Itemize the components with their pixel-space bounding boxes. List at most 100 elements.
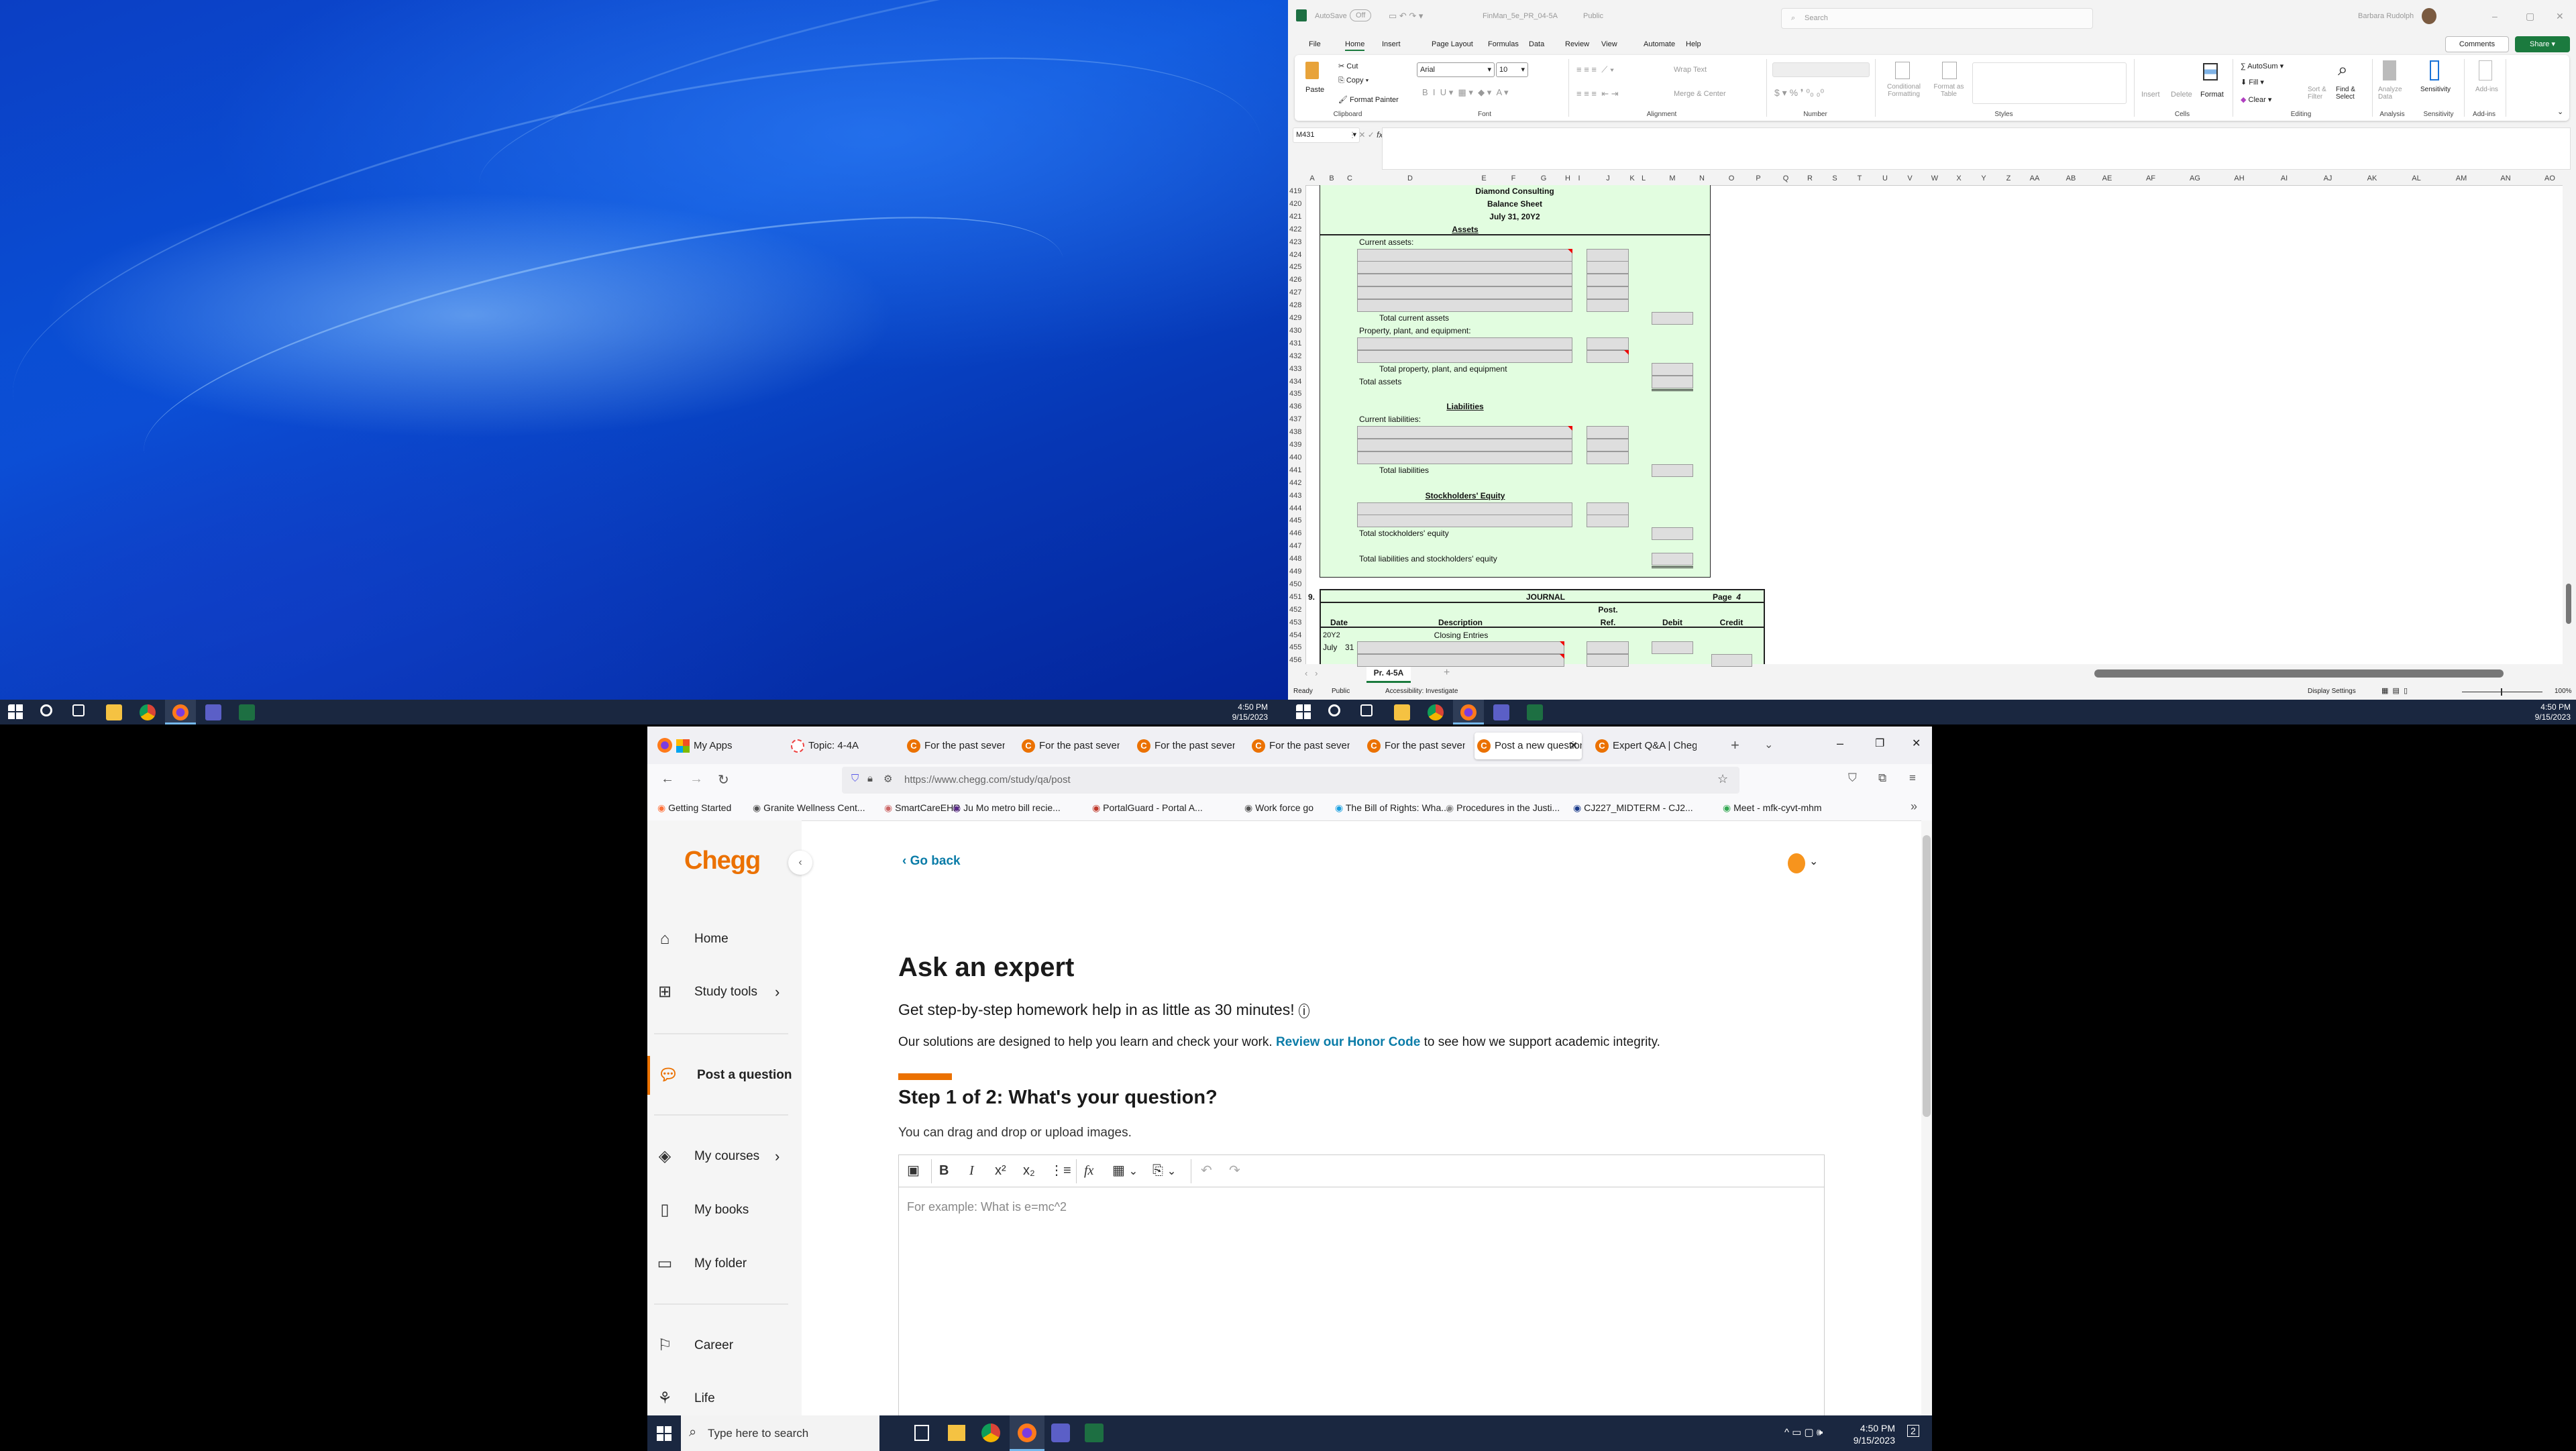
sidebar-item-my-courses[interactable]: ◈ My courses › — [647, 1143, 802, 1170]
comment-indicator-icon[interactable] — [1560, 654, 1564, 659]
code-snippet-icon[interactable]: ⎘ ⌄ — [1152, 1161, 1177, 1181]
input-cell[interactable] — [1357, 337, 1572, 350]
redo-icon[interactable]: ↷ — [1229, 1161, 1240, 1181]
row-header-439[interactable]: 439 — [1289, 441, 1305, 449]
firefox-icon[interactable] — [172, 704, 189, 720]
row-header-456[interactable]: 456 — [1289, 656, 1305, 664]
conditional-formatting-icon[interactable] — [1895, 62, 1910, 79]
undo-icon[interactable]: ↶ — [1201, 1161, 1212, 1181]
collapse-sidebar-button[interactable]: ‹ — [788, 851, 812, 875]
lock-icon[interactable]: 🔒︎ — [867, 773, 873, 784]
browser-tab[interactable]: C For the past seven — [1019, 733, 1120, 759]
column-header-T[interactable]: T — [1858, 174, 1862, 185]
shield-icon[interactable]: ⛉ — [851, 773, 859, 784]
user-name[interactable]: Barbara Rudolph — [2358, 12, 2414, 20]
input-cell[interactable] — [1357, 426, 1572, 439]
row-header-427[interactable]: 427 — [1289, 288, 1305, 297]
close-icon[interactable]: ✕ — [2556, 11, 2564, 22]
input-cell[interactable] — [1587, 502, 1629, 515]
excel-icon[interactable] — [1085, 1423, 1104, 1442]
row-header-434[interactable]: 434 — [1289, 378, 1305, 386]
chrome-icon[interactable] — [981, 1423, 1000, 1442]
comment-indicator-icon[interactable] — [1624, 350, 1629, 355]
sensitivity-button[interactable]: Sensitivity — [2420, 86, 2451, 93]
column-header-AN[interactable]: AN — [2500, 174, 2510, 185]
find-select-button[interactable]: Find & Select — [2336, 86, 2363, 101]
input-cell[interactable] — [1357, 515, 1572, 528]
column-header-O[interactable]: O — [1729, 174, 1735, 185]
cell-styles-gallery[interactable] — [1972, 62, 2127, 104]
column-header-A[interactable]: A — [1309, 174, 1314, 185]
bookmark-item[interactable]: ◉ The Bill of Rights: Wha... — [1335, 802, 1449, 814]
row-header-448[interactable]: 448 — [1289, 555, 1305, 563]
autosum-button[interactable]: ∑ AutoSum ▾ — [2241, 62, 2284, 70]
menu-tab-automate[interactable]: Automate — [1644, 40, 1675, 48]
menu-icon[interactable]: ≡ — [1909, 771, 1916, 785]
row-header-422[interactable]: 422 — [1289, 225, 1305, 233]
sheet-tab-active[interactable]: Pr. 4-5A — [1366, 665, 1411, 683]
forward-icon[interactable]: → — [690, 771, 703, 787]
input-cell[interactable] — [1357, 261, 1572, 274]
formula-input[interactable] — [1382, 127, 2571, 170]
row-header-425[interactable]: 425 — [1289, 263, 1305, 271]
row-header-455[interactable]: 455 — [1289, 643, 1305, 651]
menu-tab-data[interactable]: Data — [1529, 40, 1544, 48]
sidebar-item-post-a-question[interactable]: 💬︎ Post a question — [647, 1056, 802, 1095]
share-button[interactable]: Share ▾ — [2515, 36, 2570, 52]
format-as-table-icon[interactable] — [1942, 62, 1957, 79]
column-header-I[interactable]: I — [1578, 174, 1580, 185]
browser-tab[interactable]: C For the past seven — [1249, 733, 1350, 759]
column-header-S[interactable]: S — [1832, 174, 1837, 185]
windows-start-icon[interactable] — [8, 704, 24, 720]
font-size-select[interactable]: 10 ▾ — [1496, 62, 1528, 77]
question-editor[interactable] — [898, 1154, 1825, 1415]
go-back-link[interactable]: ‹ Go back — [902, 854, 961, 869]
paste-icon[interactable] — [1305, 62, 1319, 79]
delete-cells-button[interactable]: Delete — [2171, 91, 2192, 99]
input-cell[interactable] — [1587, 261, 1629, 274]
column-header-D[interactable]: D — [1407, 174, 1413, 185]
input-cell[interactable] — [1357, 451, 1572, 464]
row-header-447[interactable]: 447 — [1289, 542, 1305, 550]
bookmark-item[interactable]: ◉ Work force go — [1244, 802, 1313, 814]
comment-indicator-icon[interactable] — [1560, 641, 1564, 647]
browser-tab[interactable]: My Apps — [674, 733, 774, 759]
row-header-424[interactable]: 424 — [1289, 251, 1305, 259]
row-header-454[interactable]: 454 — [1289, 631, 1305, 639]
sidebar-item-life[interactable]: ⚘ Life — [647, 1385, 802, 1412]
input-cell[interactable] — [1357, 286, 1572, 300]
teams-icon[interactable] — [1493, 704, 1509, 720]
pocket-icon[interactable]: ⛉ — [1848, 771, 1857, 785]
column-header-AI[interactable]: AI — [2281, 174, 2288, 185]
align-icons[interactable]: ≡ ≡ ≡ ⟋ ▾ — [1576, 64, 1614, 75]
status-accessibility[interactable]: Accessibility: Investigate — [1385, 688, 1458, 695]
row-header-438[interactable]: 438 — [1289, 428, 1305, 436]
bookmark-item[interactable]: ◉ Getting Started — [657, 802, 731, 814]
bookmark-item[interactable]: ◉ PortalGuard - Portal A... — [1092, 802, 1203, 814]
row-header-444[interactable]: 444 — [1289, 504, 1305, 513]
column-header-P[interactable]: P — [1756, 174, 1760, 185]
firefox-icon[interactable] — [1018, 1423, 1036, 1442]
input-cell[interactable] — [1652, 362, 1693, 376]
autosave-toggle[interactable]: Off — [1350, 9, 1372, 21]
search-icon[interactable] — [40, 704, 52, 716]
quick-access-icons[interactable]: ▭ ↶ ↷ ▾ — [1389, 11, 1423, 21]
menu-tab-page-layout[interactable]: Page Layout — [1432, 40, 1473, 48]
paste-button[interactable]: Paste — [1305, 86, 1324, 94]
number-format-select[interactable] — [1772, 62, 1870, 77]
input-cell[interactable] — [1587, 299, 1629, 313]
sheet-scroll-buttons[interactable]: ‹ › — [1305, 668, 1318, 678]
sidebar-item-career[interactable]: ⚐ Career — [647, 1332, 802, 1359]
font-format-icons[interactable]: B I U ▾ ▦ ▾ ◆ ▾ A ▾ — [1422, 87, 1509, 98]
minimize-icon[interactable]: – — [1837, 737, 1843, 751]
row-header-451[interactable]: 451 — [1289, 593, 1305, 601]
column-header-AL[interactable]: AL — [2412, 174, 2420, 185]
sensitivity-label[interactable]: Public — [1583, 12, 1603, 20]
chrome-icon[interactable] — [140, 704, 156, 720]
minimize-icon[interactable]: – — [2492, 11, 2498, 21]
reload-icon[interactable]: ↻ — [718, 771, 729, 788]
column-header-F[interactable]: F — [1511, 174, 1516, 185]
column-header-U[interactable]: U — [1882, 174, 1888, 185]
horizontal-scrollbar[interactable] — [2094, 669, 2504, 678]
chrome-icon[interactable] — [1428, 704, 1444, 720]
